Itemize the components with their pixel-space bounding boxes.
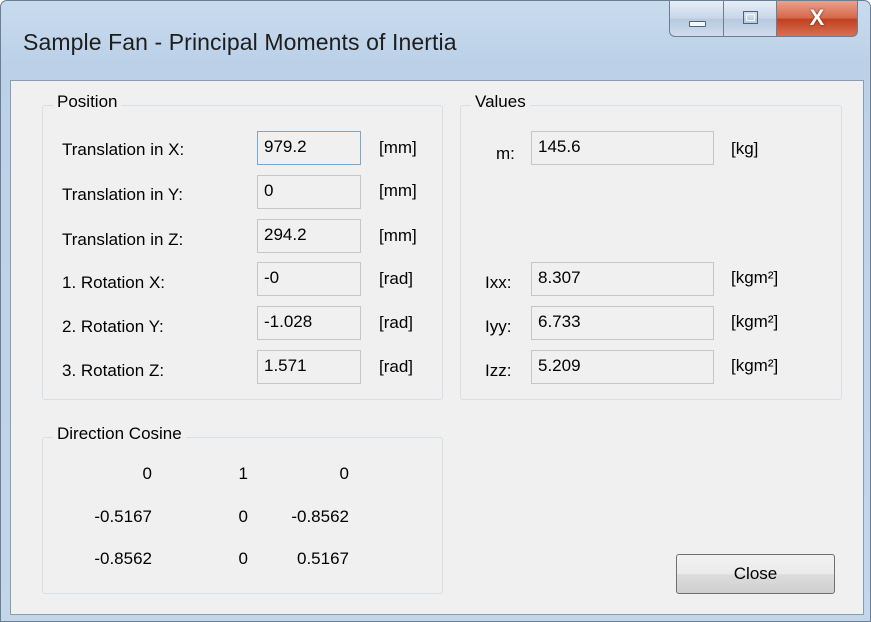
minimize-button[interactable] <box>669 1 724 37</box>
rotation-z-field[interactable]: 1.571 <box>257 350 361 384</box>
rotation-z-label: 3. Rotation Z: <box>62 361 165 380</box>
maximize-button[interactable] <box>723 1 777 37</box>
matrix-cell-r1c3: 0 <box>339 464 349 483</box>
translation-x-unit: [mm] <box>379 138 417 157</box>
ixx-label: Ixx: <box>485 273 512 292</box>
translation-x-label: Translation in X: <box>62 140 185 159</box>
close-icon: X <box>809 5 825 30</box>
close-button[interactable]: Close <box>676 554 835 594</box>
matrix-cell-r1c2: 1 <box>238 464 248 483</box>
iyy-unit: [kgm²] <box>731 312 779 331</box>
mass-unit: [kg] <box>731 139 759 158</box>
translation-y-label: Translation in Y: <box>62 185 183 204</box>
translation-z-label: Translation in Z: <box>62 230 184 249</box>
iyy-field[interactable]: 6.733 <box>531 306 714 340</box>
dialog-window: Sample Fan - Principal Moments of Inerti… <box>0 0 871 622</box>
izz-unit: [kgm²] <box>731 356 779 375</box>
translation-x-field[interactable]: 979.2 <box>257 131 361 165</box>
matrix-cell-r3c2: 0 <box>238 549 248 568</box>
iyy-label: Iyy: <box>485 317 512 336</box>
matrix-cell-r1c1: 0 <box>142 464 152 483</box>
position-group: Position Translation in X: 979.2 [mm] Tr… <box>42 92 443 400</box>
translation-y-unit: [mm] <box>379 181 417 200</box>
rotation-x-unit: [rad] <box>379 269 414 288</box>
izz-field[interactable]: 5.209 <box>531 350 714 384</box>
window-close-button[interactable]: X <box>776 1 858 37</box>
rotation-y-unit: [rad] <box>379 313 414 332</box>
direction-cosine-group: Direction Cosine 0 1 0 -0.5167 0 -0.8562… <box>42 424 443 594</box>
rotation-x-label: 1. Rotation X: <box>62 273 166 292</box>
matrix-cell-r3c1: -0.8562 <box>94 549 152 568</box>
dialog-client-area: Position Translation in X: 979.2 [mm] Tr… <box>10 80 864 615</box>
matrix-cell-r2c3: -0.8562 <box>291 507 349 526</box>
mass-field[interactable]: 145.6 <box>531 131 714 165</box>
values-group-title: Values <box>471 92 530 112</box>
ixx-field[interactable]: 8.307 <box>531 262 714 296</box>
rotation-z-unit: [rad] <box>379 357 414 376</box>
translation-y-field[interactable]: 0 <box>257 175 361 209</box>
title-bar[interactable]: Sample Fan - Principal Moments of Inerti… <box>1 1 870 81</box>
mass-label: m: <box>496 144 515 163</box>
matrix-cell-r2c2: 0 <box>238 507 248 526</box>
translation-z-unit: [mm] <box>379 226 417 245</box>
minimize-icon <box>689 21 706 27</box>
maximize-icon <box>743 11 758 24</box>
matrix-cell-r2c1: -0.5167 <box>94 507 152 526</box>
rotation-y-label: 2. Rotation Y: <box>62 317 164 336</box>
position-group-title: Position <box>53 92 122 112</box>
rotation-x-field[interactable]: -0 <box>257 262 361 296</box>
matrix-cell-r3c3: 0.5167 <box>297 549 349 568</box>
window-title: Sample Fan - Principal Moments of Inerti… <box>23 29 457 55</box>
values-group: Values m: 145.6 [kg] Ixx: 8.307 [kgm²] I… <box>460 92 842 400</box>
direction-cosine-title: Direction Cosine <box>53 424 186 444</box>
rotation-y-field[interactable]: -1.028 <box>257 306 361 340</box>
izz-label: Izz: <box>485 361 512 380</box>
translation-z-field[interactable]: 294.2 <box>257 219 361 253</box>
ixx-unit: [kgm²] <box>731 268 779 287</box>
